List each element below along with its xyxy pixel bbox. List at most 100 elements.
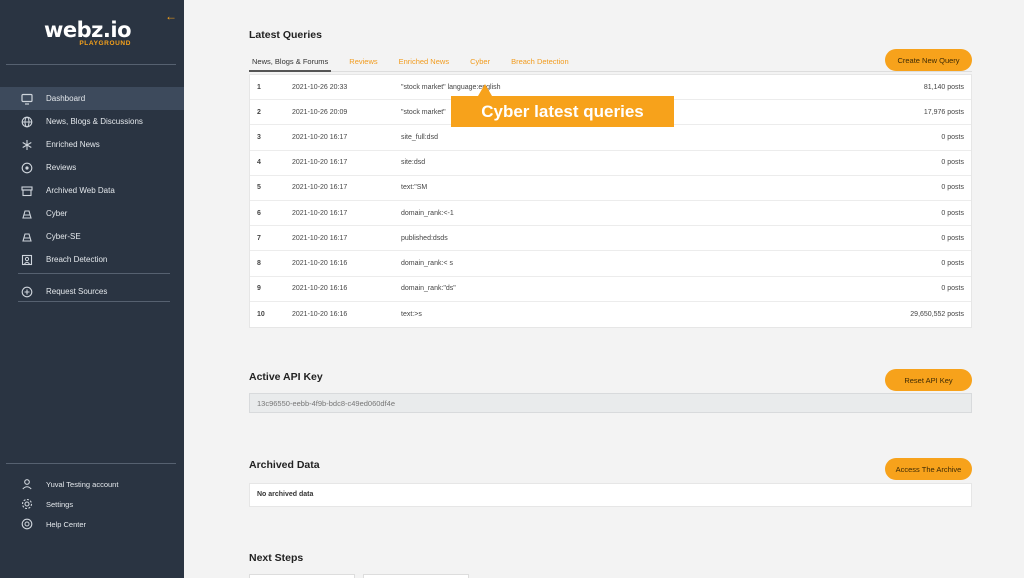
- sparkle-icon: [21, 139, 33, 151]
- archive-icon: [21, 185, 33, 197]
- monitor-icon: [21, 93, 33, 105]
- tab-news-blogs-forums[interactable]: News, Blogs & Forums: [249, 52, 332, 72]
- row-number: 10: [257, 310, 265, 318]
- webz-logo[interactable]: webz.io PLAYGROUND: [44, 18, 132, 47]
- breach-icon: [21, 254, 33, 266]
- row-query: text:>s: [401, 310, 422, 318]
- next-steps-title: Next Steps: [249, 552, 304, 564]
- row-date: 2021-10-20 16:17: [292, 133, 348, 141]
- sidebar-item-label: Settings: [46, 499, 74, 509]
- row-date: 2021-10-20 16:17: [292, 234, 348, 242]
- row-number: 6: [257, 209, 261, 217]
- row-number: 4: [257, 159, 261, 167]
- sidebar-item-dashboard[interactable]: Dashboard: [0, 87, 184, 110]
- sidebar-item-label: Reviews: [46, 163, 77, 172]
- sidebar-item-cyber-se[interactable]: Cyber-SE: [0, 225, 184, 248]
- row-post-count: 29,650,552 posts: [910, 310, 964, 318]
- row-query: site_full:dsd: [401, 133, 438, 141]
- tab-enriched-news[interactable]: Enriched News: [396, 52, 452, 72]
- row-post-count: 17,976 posts: [923, 108, 964, 116]
- row-date: 2021-10-20 16:16: [292, 285, 348, 293]
- plus-circle-icon: [21, 286, 33, 298]
- row-query: site:dsd: [401, 159, 426, 167]
- table-row[interactable]: 6 2021-10-20 16:17 domain_rank:<-1 0 posts: [250, 201, 971, 227]
- sidebar-item-account[interactable]: Yuval Testing account: [0, 474, 184, 494]
- table-row[interactable]: 10 2021-10-20 16:16 text:>s 29,650,552 post…: [250, 302, 971, 327]
- next-step-card[interactable]: [249, 574, 355, 578]
- sidebar-item-enriched-news[interactable]: Enriched News: [0, 133, 184, 156]
- row-date: 2021-10-20 16:17: [292, 184, 348, 192]
- cyber-icon: [21, 208, 33, 220]
- tab-cyber[interactable]: Cyber: [467, 52, 493, 72]
- row-post-count: 0 posts: [941, 184, 964, 192]
- gear-icon: [21, 498, 33, 510]
- sidebar-item-label: Request Sources: [46, 287, 108, 296]
- row-post-count: 0 posts: [941, 159, 964, 167]
- sidebar-bottom-nav: Yuval Testing account Settings Help Cent…: [0, 474, 184, 534]
- row-number: 3: [257, 133, 261, 141]
- latest-queries-title: Latest Queries: [249, 29, 322, 41]
- help-icon: [21, 518, 33, 530]
- next-step-card[interactable]: [363, 574, 469, 578]
- sidebar-item-breach-detection[interactable]: Breach Detection: [0, 248, 184, 271]
- sidebar-item-help-center[interactable]: Help Center: [0, 514, 184, 534]
- row-date: 2021-10-26 20:33: [292, 83, 348, 91]
- sidebar-item-label: Yuval Testing account: [46, 479, 119, 489]
- sidebar-item-request-sources[interactable]: Request Sources: [0, 280, 184, 303]
- row-number: 8: [257, 259, 261, 267]
- archived-data-title: Archived Data: [249, 459, 320, 471]
- row-post-count: 0 posts: [941, 133, 964, 141]
- sidebar-item-reviews[interactable]: Reviews: [0, 156, 184, 179]
- sidebar-item-label: Cyber-SE: [46, 232, 81, 241]
- sidebar-item-label: Archived Web Data: [46, 186, 115, 195]
- row-post-count: 0 posts: [941, 285, 964, 293]
- table-row[interactable]: 9 2021-10-20 16:16 domain_rank:"ds" 0 posts: [250, 277, 971, 302]
- sidebar-item-settings[interactable]: Settings: [0, 494, 184, 514]
- cyber-se-icon: [21, 231, 33, 243]
- row-post-count: 0 posts: [941, 234, 964, 242]
- row-number: 1: [257, 83, 261, 91]
- row-post-count: 81,140 posts: [923, 83, 964, 91]
- collapse-sidebar-icon[interactable]: ←: [165, 9, 177, 23]
- table-row[interactable]: 4 2021-10-20 16:17 site:dsd 0 posts: [250, 151, 971, 176]
- row-number: 7: [257, 234, 261, 242]
- sidebar-divider: [6, 463, 176, 464]
- sidebar-item-label: News, Blogs & Discussions: [46, 117, 143, 126]
- table-row[interactable]: 5 2021-10-20 16:17 text:"SM 0 posts: [250, 176, 971, 201]
- sidebar-divider: [18, 273, 170, 274]
- api-key-field[interactable]: 13c96550-eebb-4f9b-bdc8-c49ed060df4e: [249, 393, 972, 413]
- sidebar-item-label: Cyber: [46, 209, 68, 218]
- row-post-count: 0 posts: [941, 209, 964, 217]
- row-number: 2: [257, 108, 261, 116]
- reset-api-key-button[interactable]: Reset API Key: [885, 369, 972, 391]
- sidebar-nav: Dashboard News, Blogs & Discussions Enri…: [0, 87, 184, 271]
- sidebar-item-label: Help Center: [46, 519, 87, 529]
- sidebar-divider: [18, 301, 170, 302]
- create-new-query-button[interactable]: Create New Query: [885, 49, 972, 71]
- row-date: 2021-10-20 16:16: [292, 259, 348, 267]
- tab-breach-detection[interactable]: Breach Detection: [508, 52, 572, 72]
- main-content: Latest Queries News, Blogs & Forums Revi…: [184, 0, 1024, 578]
- access-archive-button[interactable]: Access The Archive: [885, 458, 972, 480]
- sidebar-item-news[interactable]: News, Blogs & Discussions: [0, 110, 184, 133]
- cyber-callout: Cyber latest queries: [451, 96, 674, 127]
- sidebar-item-label: Breach Detection: [46, 255, 108, 264]
- row-date: 2021-10-26 20:09: [292, 108, 348, 116]
- row-query: "stock market" language:english: [401, 83, 501, 91]
- sidebar-item-archived-web-data[interactable]: Archived Web Data: [0, 179, 184, 202]
- sidebar-item-label: Dashboard: [46, 94, 86, 103]
- sidebar-item-cyber[interactable]: Cyber: [0, 202, 184, 225]
- row-number: 5: [257, 184, 261, 192]
- sidebar-sources: Request Sources: [0, 280, 184, 303]
- review-icon: [21, 162, 33, 174]
- table-row[interactable]: 7 2021-10-20 16:17 published:dsds 0 posts: [250, 226, 971, 252]
- table-row[interactable]: 3 2021-10-20 16:17 site_full:dsd 0 posts: [250, 125, 971, 151]
- row-query: text:"SM: [401, 184, 428, 192]
- table-row[interactable]: 8 2021-10-20 16:16 domain_rank:< s 0 posts: [250, 251, 971, 277]
- user-icon: [21, 478, 33, 490]
- tab-reviews[interactable]: Reviews: [346, 52, 380, 72]
- globe-icon: [21, 116, 33, 128]
- row-date: 2021-10-20 16:17: [292, 209, 348, 217]
- sidebar-item-label: Enriched News: [46, 140, 100, 149]
- row-query: domain_rank:<-1: [401, 209, 454, 217]
